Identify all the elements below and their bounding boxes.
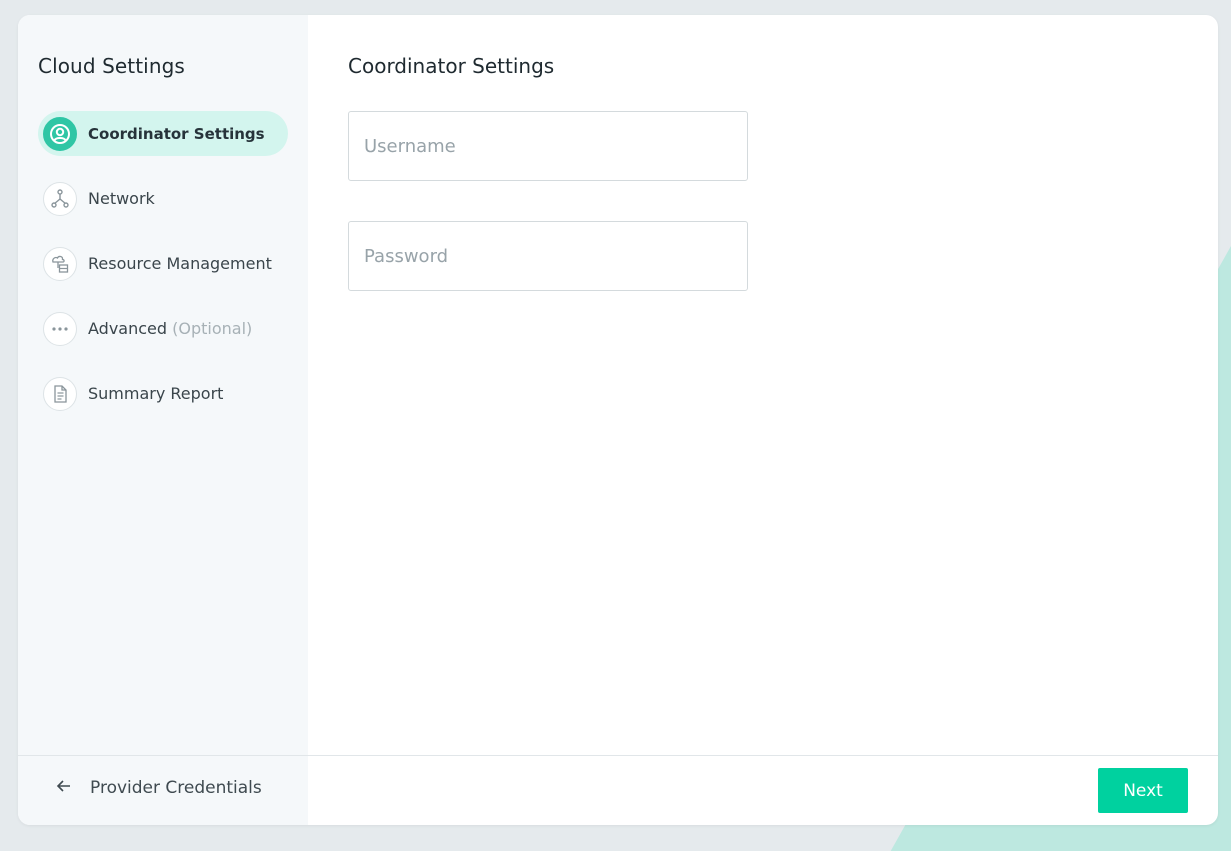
dialog-footer: Provider Credentials Next [18,755,1218,825]
next-button[interactable]: Next [1098,768,1188,813]
page-title: Coordinator Settings [348,54,555,78]
optional-tag: (Optional) [172,319,253,338]
step-advanced[interactable]: Advanced (Optional) [38,306,288,351]
arrow-left-icon [56,778,72,798]
back-label: Provider Credentials [90,778,262,798]
network-icon [43,181,77,216]
step-list: Coordinator Settings Network Resource Ma… [38,111,288,436]
step-network[interactable]: Network [38,176,288,221]
step-resource-management[interactable]: Resource Management [38,241,288,286]
step-label: Summary Report [88,384,224,403]
step-summary-report[interactable]: Summary Report [38,371,288,416]
resource-icon [43,246,77,281]
settings-dialog: Cloud Settings Coordinator Settings Netw… [18,15,1218,825]
footer-left-panel: Provider Credentials [18,756,308,825]
step-label: Advanced (Optional) [88,319,252,338]
sidebar-title: Cloud Settings [38,54,185,78]
step-label-text: Advanced [88,319,168,338]
more-dots-icon [43,311,77,346]
password-input[interactable] [348,221,748,291]
report-icon [43,376,77,411]
username-input[interactable] [348,111,748,181]
step-label: Resource Management [88,254,272,273]
back-provider-credentials-link[interactable]: Provider Credentials [56,778,262,798]
step-coordinator-settings[interactable]: Coordinator Settings [38,111,288,156]
step-label: Coordinator Settings [88,124,265,143]
step-label: Network [88,189,155,208]
sidebar: Cloud Settings Coordinator Settings Netw… [18,15,308,755]
user-circle-icon [43,116,77,151]
